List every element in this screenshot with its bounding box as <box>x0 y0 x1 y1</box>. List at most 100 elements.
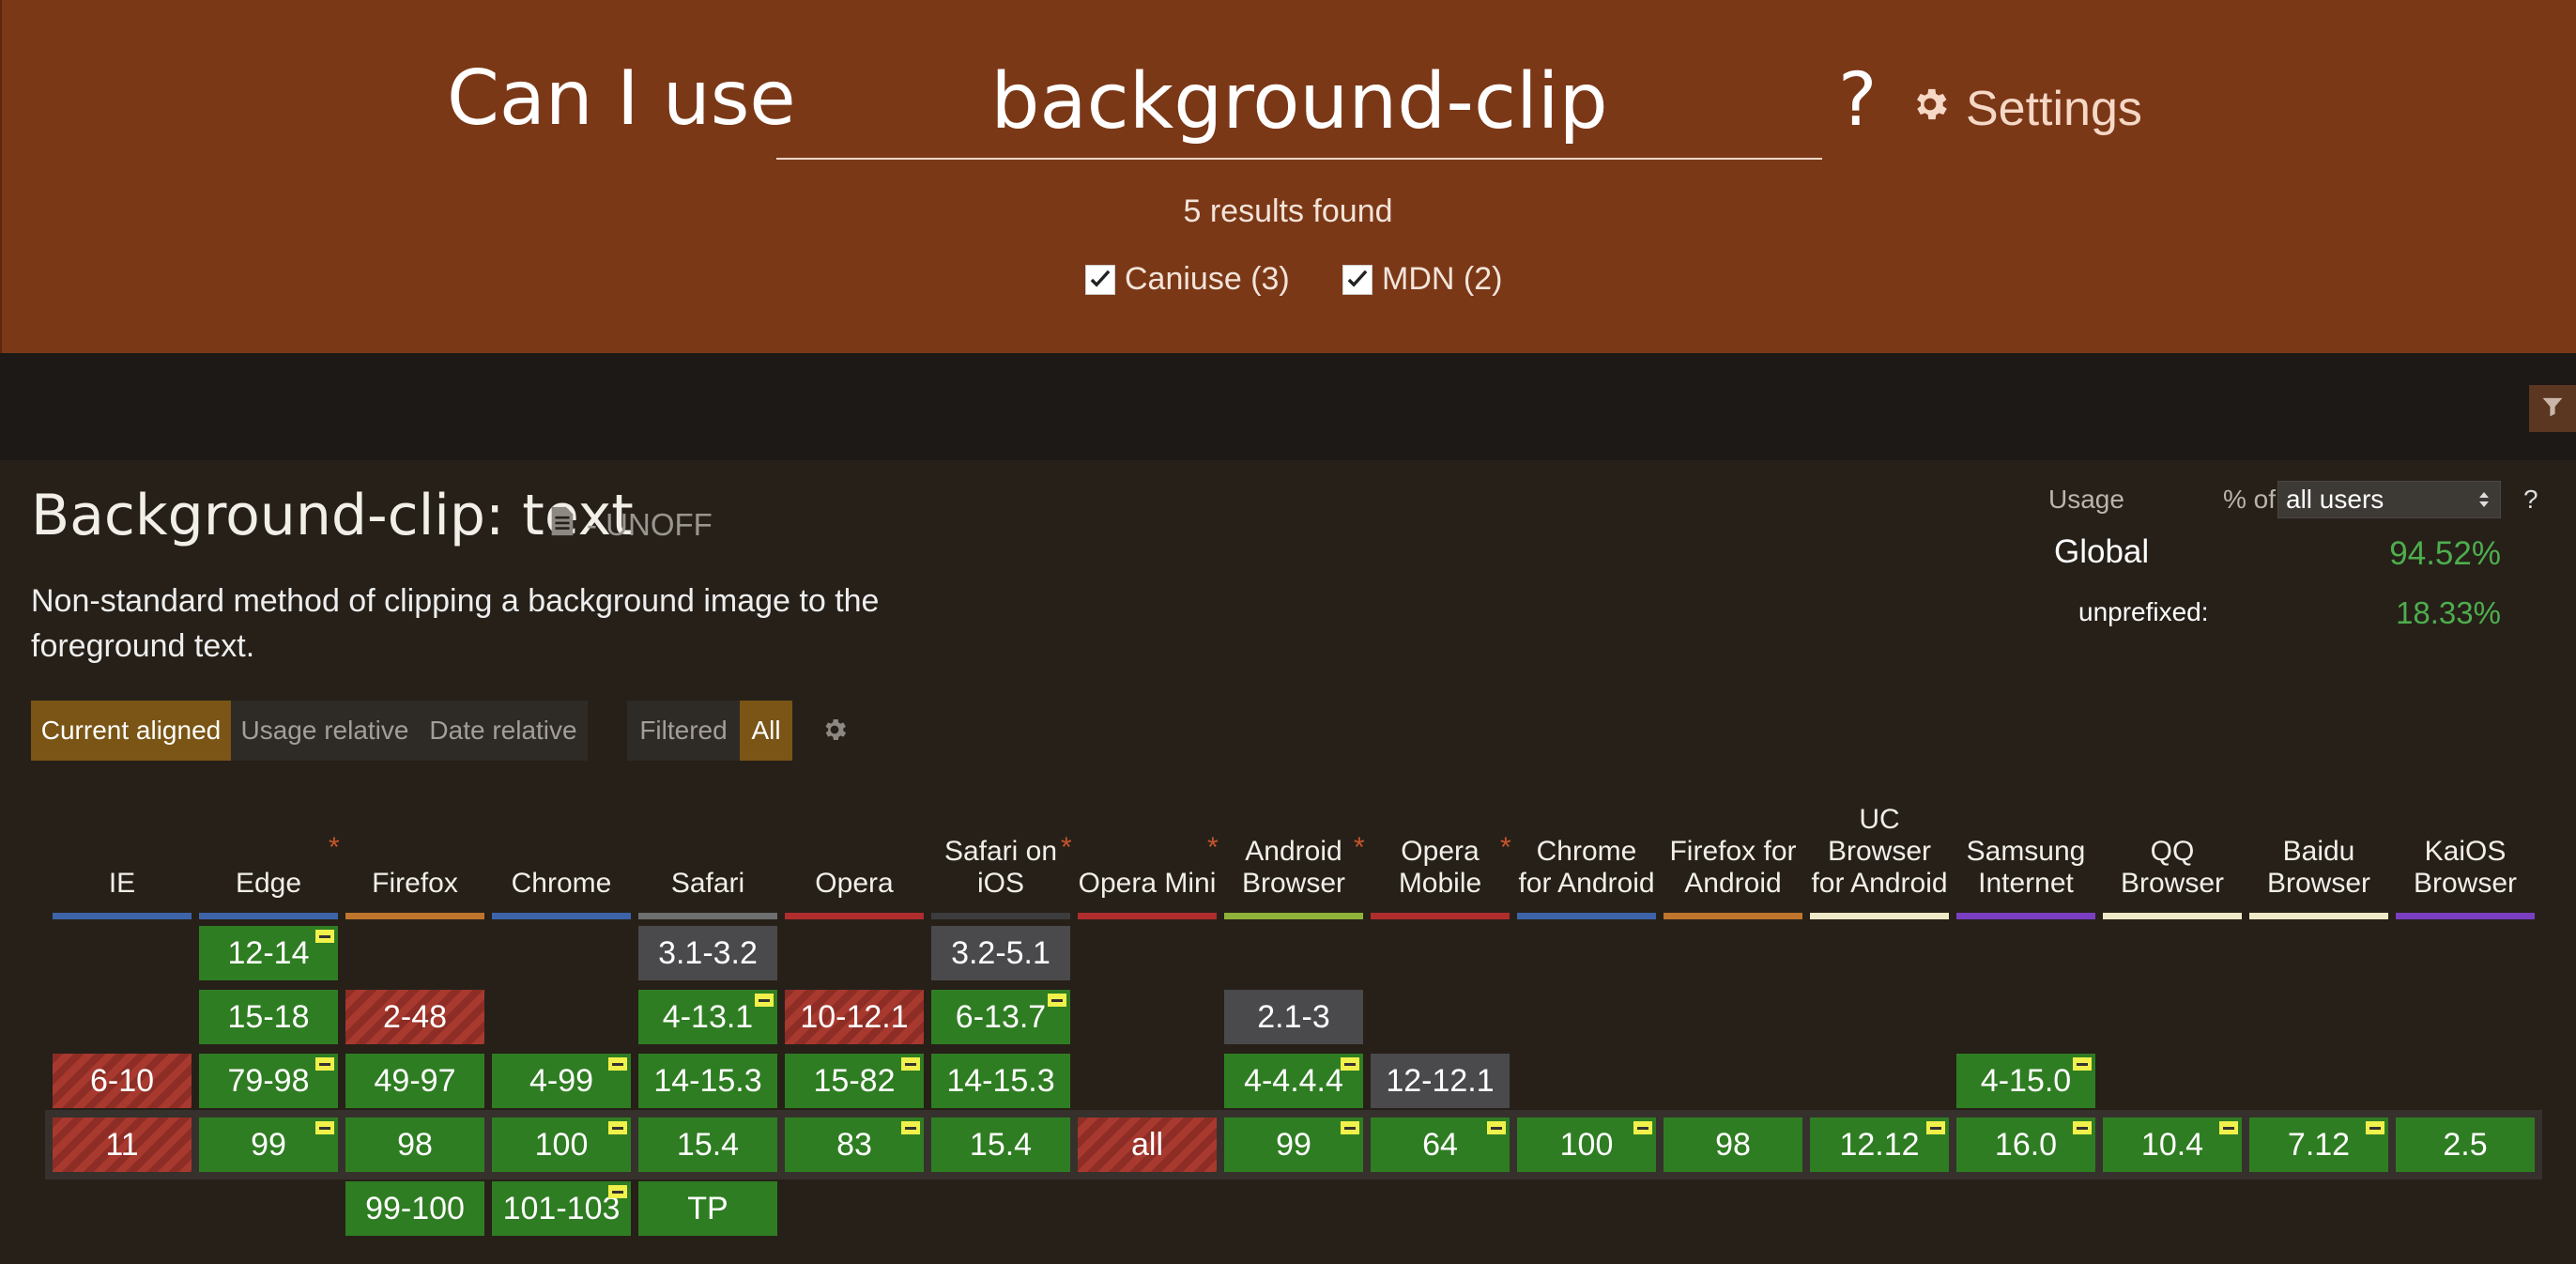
support-cell[interactable]: 11 <box>53 1118 192 1172</box>
support-cell[interactable]: 16.0 <box>1956 1118 2095 1172</box>
search-question-mark: ? <box>1838 58 1878 143</box>
support-cell[interactable]: 10.4 <box>2103 1118 2242 1172</box>
support-cell[interactable]: 14-15.3 <box>638 1054 777 1108</box>
support-cell[interactable]: 15.4 <box>931 1118 1070 1172</box>
support-cell[interactable]: 100 <box>1517 1118 1656 1172</box>
support-cell[interactable]: 7.12 <box>2249 1118 2388 1172</box>
feature-description: Non-standard method of clipping a backgr… <box>31 583 880 664</box>
browser-color-bar <box>1810 913 1949 919</box>
browser-header-kaios-browser[interactable]: KaiOS Browser <box>2396 770 2535 911</box>
support-cell[interactable]: 15-18 <box>199 990 338 1044</box>
search-input[interactable] <box>776 47 1822 156</box>
browser-header-opera[interactable]: Opera <box>785 770 924 911</box>
filter-mdn-checkbox[interactable]: MDN (2) <box>1342 261 1502 298</box>
browser-name: IE <box>108 868 136 899</box>
settings-label: Settings <box>1966 82 2142 136</box>
search-box[interactable] <box>776 47 1822 160</box>
support-cell[interactable]: 12-12.1 <box>1371 1054 1510 1108</box>
browser-color-bar <box>492 913 631 919</box>
partial-support-note-icon <box>315 1057 334 1071</box>
filter-caniuse-checkbox[interactable]: Caniuse (3) <box>1085 261 1290 298</box>
support-cell[interactable]: 2-48 <box>345 990 484 1044</box>
browser-header-edge[interactable]: Edge <box>199 770 338 911</box>
checkbox-checked-icon <box>1085 264 1115 295</box>
support-cell[interactable]: 15-82 <box>785 1054 924 1108</box>
usage-help-link[interactable]: ? <box>2523 485 2538 515</box>
partial-support-note-icon <box>901 1057 920 1071</box>
browser-name: Safari on iOS <box>943 836 1058 899</box>
support-cell[interactable]: 83 <box>785 1118 924 1172</box>
browser-header-safari-on-ios[interactable]: Safari on iOS <box>931 770 1070 911</box>
browser-header-qq-browser[interactable]: QQ Browser <box>2103 770 2242 911</box>
support-cell[interactable]: 49-97 <box>345 1054 484 1108</box>
document-icon <box>551 506 574 536</box>
browser-color-bar <box>1224 913 1363 919</box>
support-cell[interactable]: 99-100 <box>345 1181 484 1236</box>
browser-header-chrome-for-android[interactable]: Chrome for Android <box>1517 770 1656 911</box>
support-cell[interactable]: 79-98 <box>199 1054 338 1108</box>
support-cell[interactable]: 6-13.7 <box>931 990 1070 1044</box>
support-cell[interactable]: 12-14 <box>199 926 338 980</box>
browser-color-bar <box>638 913 777 919</box>
partial-support-note-icon <box>1487 1121 1506 1134</box>
browser-header-android-browser[interactable]: Android Browser <box>1224 770 1363 911</box>
support-cell[interactable]: 101-103 <box>492 1181 631 1236</box>
results-count: 5 results found <box>1183 193 1393 229</box>
browser-name: Opera <box>815 868 894 899</box>
partial-support-note-icon <box>608 1185 627 1198</box>
browser-header-safari[interactable]: Safari <box>638 770 777 911</box>
browser-header-ie[interactable]: IE <box>53 770 192 911</box>
browser-header-firefox[interactable]: Firefox <box>345 770 484 911</box>
support-cell[interactable]: 4-13.1 <box>638 990 777 1044</box>
settings-button[interactable]: Settings <box>1909 81 2142 137</box>
support-cell[interactable]: 99 <box>199 1118 338 1172</box>
support-cell[interactable]: 99 <box>1224 1118 1363 1172</box>
support-cell[interactable]: TP <box>638 1181 777 1236</box>
support-cell[interactable]: 2.1-3 <box>1224 990 1363 1044</box>
support-cell[interactable]: 98 <box>1664 1118 1802 1172</box>
unprefixed-usage-value: 18.33% <box>2396 595 2501 630</box>
browser-header-opera-mini[interactable]: Opera Mini <box>1078 770 1217 911</box>
gear-icon[interactable] <box>820 716 849 744</box>
support-cell[interactable]: 4-99 <box>492 1054 631 1108</box>
partial-support-note-icon <box>315 930 334 943</box>
browser-header-opera-mobile[interactable]: Opera Mobile <box>1371 770 1510 911</box>
partial-support-note-icon <box>2073 1057 2092 1071</box>
filter-toggle-button[interactable] <box>2529 385 2576 432</box>
support-cell[interactable]: 4-15.0 <box>1956 1054 2095 1108</box>
browser-header-uc-browser-for-android[interactable]: UC Browser for Android <box>1810 770 1949 911</box>
support-cell[interactable]: 14-15.3 <box>931 1054 1070 1108</box>
support-cell[interactable]: 98 <box>345 1118 484 1172</box>
support-cell[interactable]: 64 <box>1371 1118 1510 1172</box>
filtered-button[interactable]: Filtered <box>627 701 740 761</box>
support-cell[interactable]: 3.2-5.1 <box>931 926 1070 980</box>
support-cell[interactable]: 3.1-3.2 <box>638 926 777 980</box>
browser-name: Edge <box>235 868 302 899</box>
feature-title[interactable]: Background-clip: text <box>31 483 634 548</box>
support-cell[interactable]: all <box>1078 1118 1217 1172</box>
support-cell[interactable]: 4-4.4.4 <box>1224 1054 1363 1108</box>
unprefixed-label: unprefixed: <box>2078 597 2209 626</box>
browser-header-chrome[interactable]: Chrome <box>492 770 631 911</box>
usage-scope-select[interactable]: all users <box>2277 481 2501 518</box>
support-cell[interactable]: 2.5 <box>2396 1118 2535 1172</box>
spec-status: - UNOFF <box>587 507 713 542</box>
support-cell[interactable]: 15.4 <box>638 1118 777 1172</box>
partial-support-note-icon <box>2073 1121 2092 1134</box>
support-cell[interactable]: 10-12.1 <box>785 990 924 1044</box>
browser-color-bar <box>1371 913 1510 919</box>
partial-support-note-icon <box>1633 1121 1652 1134</box>
browser-name: Firefox for Android <box>1669 836 1797 899</box>
support-cell[interactable]: 6-10 <box>53 1054 192 1108</box>
browser-header-samsung-internet[interactable]: Samsung Internet <box>1956 770 2095 911</box>
browser-header-baidu-browser[interactable]: Baidu Browser <box>2249 770 2388 911</box>
browser-name: Chrome <box>511 868 612 899</box>
support-cell[interactable]: 100 <box>492 1118 631 1172</box>
support-cell[interactable]: 12.12 <box>1810 1118 1949 1172</box>
usage-relative-button[interactable]: Usage relative <box>231 701 419 761</box>
all-button[interactable]: All <box>740 701 792 761</box>
current-aligned-button[interactable]: Current aligned <box>31 701 231 761</box>
browser-color-bar <box>2103 913 2242 919</box>
date-relative-button[interactable]: Date relative <box>419 701 588 761</box>
browser-header-firefox-for-android[interactable]: Firefox for Android <box>1664 770 1802 911</box>
